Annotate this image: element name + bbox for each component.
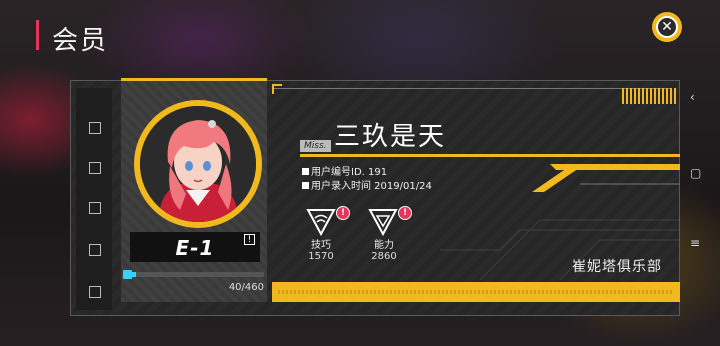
member-name: 三玖是天	[334, 122, 447, 152]
skill-alert-badge[interactable]: !	[336, 206, 350, 220]
rank-label: E-1	[175, 236, 215, 260]
title-badge: Miss.	[300, 140, 331, 152]
xp-count: 40/460	[228, 282, 264, 293]
skill-icon[interactable]	[306, 208, 336, 236]
corner-bracket	[272, 84, 282, 94]
ability-alert-badge[interactable]: !	[398, 206, 412, 220]
nav-back-button[interactable]: ‹	[690, 90, 695, 104]
close-icon: ✕	[656, 16, 678, 38]
name-underline	[300, 154, 680, 157]
ability-icon[interactable]	[368, 208, 398, 236]
avatar-illustration	[140, 106, 256, 222]
rail-square	[89, 202, 101, 214]
barcode-decoration	[622, 88, 676, 104]
alert-icon[interactable]: !	[244, 234, 255, 245]
header-accent-bar	[36, 20, 39, 50]
xp-bar-track	[124, 272, 264, 277]
rail-square	[89, 286, 101, 298]
page-title: 会员	[52, 26, 109, 56]
bullet-square	[302, 182, 309, 189]
skill-value: 1570	[308, 251, 334, 262]
close-button[interactable]: ✕	[652, 12, 682, 42]
accent-stripe	[532, 164, 680, 192]
ability-stat: 能力 2860	[364, 236, 404, 262]
skill-label: 技巧	[311, 240, 331, 251]
xp-bar-marker	[123, 270, 132, 279]
user-id-line: 用户编号ID. 191	[302, 163, 387, 178]
ability-label: 能力	[374, 240, 394, 251]
club-name: 崔妮塔俱乐部	[572, 259, 662, 275]
info-top-line	[272, 88, 670, 89]
skill-stat: 技巧 1570	[301, 236, 341, 262]
join-date-text: 用户录入时间 2019/01/24	[311, 181, 432, 192]
ability-value: 2860	[371, 251, 397, 262]
avatar[interactable]	[140, 106, 256, 222]
nav-menu-button[interactable]: ≡	[690, 236, 700, 250]
rail-square	[89, 162, 101, 174]
rail-square	[89, 122, 101, 134]
join-date-line: 用户录入时间 2019/01/24	[302, 177, 432, 192]
bottom-accent-bar	[272, 282, 680, 302]
nav-home-button[interactable]: ▢	[690, 166, 701, 180]
rail-square	[89, 244, 101, 256]
bullet-square	[302, 168, 309, 175]
